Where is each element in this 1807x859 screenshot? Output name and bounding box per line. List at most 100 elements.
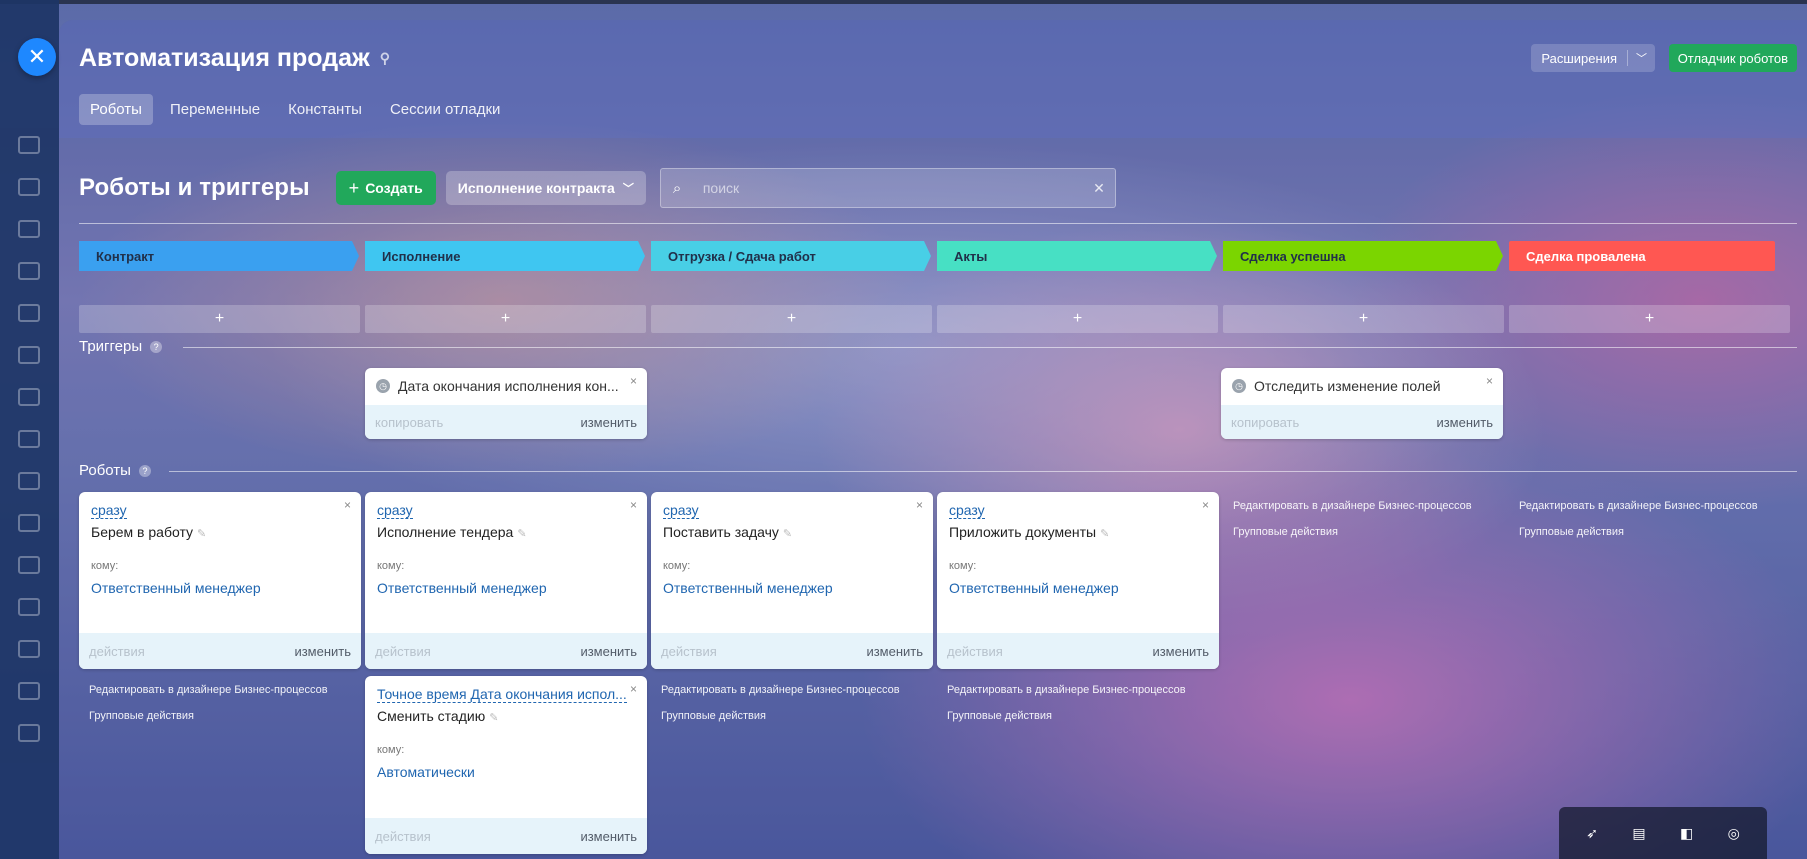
pencil-icon[interactable]: ✎ [517, 528, 526, 540]
sidebar-icon[interactable] [18, 388, 40, 406]
chat-icon[interactable]: ◎ [1728, 825, 1740, 842]
add-button[interactable]: + [365, 305, 646, 333]
sidebar-icon[interactable] [18, 220, 40, 238]
copy-link[interactable]: копировать [375, 415, 443, 430]
pencil-icon[interactable]: ✎ [197, 528, 206, 540]
copy-link[interactable]: копировать [1231, 415, 1299, 430]
pencil-icon[interactable]: ✎ [783, 528, 792, 540]
search-input[interactable] [700, 179, 1085, 197]
sidebar-icon[interactable] [18, 682, 40, 700]
help-icon[interactable]: ? [138, 464, 151, 477]
robot-delay[interactable]: сразу [949, 502, 985, 519]
edit-link[interactable]: изменить [866, 644, 923, 659]
robot-responsible[interactable]: Ответственный менеджер [949, 580, 1119, 596]
group-actions-link[interactable]: Групповые действия [1233, 526, 1472, 538]
clear-icon[interactable]: ✕ [1093, 180, 1105, 197]
add-button[interactable]: + [1509, 305, 1790, 333]
edit-link[interactable]: изменить [1152, 644, 1209, 659]
close-icon[interactable]: × [344, 498, 351, 512]
pencil-icon[interactable]: ✎ [1100, 528, 1109, 540]
extensions-button[interactable]: Расширения ﹀ [1531, 44, 1655, 72]
pencil-icon[interactable]: ✎ [489, 712, 498, 724]
bp-designer-link[interactable]: Редактировать в дизайнере Бизнес-процесс… [947, 684, 1186, 696]
sidebar-icon[interactable] [18, 472, 40, 490]
group-actions-link[interactable]: Групповые действия [89, 710, 328, 722]
add-button[interactable]: + [79, 305, 360, 333]
bp-designer-link[interactable]: Редактировать в дизайнере Бизнес-процесс… [89, 684, 328, 696]
edit-link[interactable]: изменить [1436, 415, 1493, 430]
column-links: Редактировать в дизайнере Бизнес-процесс… [89, 684, 328, 736]
robot-debugger-button[interactable]: Отладчик роботов [1668, 44, 1797, 72]
add-button[interactable]: + [651, 305, 932, 333]
tab-debug-sessions[interactable]: Сессии отладки [379, 94, 511, 125]
close-icon[interactable]: × [630, 374, 637, 388]
robot-delay[interactable]: сразу [91, 502, 127, 519]
sidebar-icon[interactable] [18, 556, 40, 574]
cursor-icon[interactable]: ➶ [1586, 825, 1598, 842]
trigger-card[interactable]: ◷ Отследить изменение полей × копировать и… [1221, 368, 1503, 439]
trigger-card[interactable]: ◷ Дата окончания исполнения кон... × копи… [365, 368, 647, 439]
close-icon[interactable]: × [630, 682, 637, 696]
close-icon[interactable]: × [630, 498, 637, 512]
edit-link[interactable]: изменить [294, 644, 351, 659]
group-actions-link[interactable]: Групповые действия [1519, 526, 1758, 538]
actions-link[interactable]: действия [89, 644, 145, 659]
sidebar-icon[interactable] [18, 598, 40, 616]
toolbar: Роботы и триггеры + Создать Исполнение к… [79, 168, 1579, 208]
close-icon[interactable]: × [916, 498, 923, 512]
robot-card[interactable]: × сразу Исполнение тендера ✎ кому: Ответс… [365, 492, 647, 669]
close-icon[interactable]: × [1202, 498, 1209, 512]
group-actions-link[interactable]: Групповые действия [661, 710, 900, 722]
sidebar-icon[interactable] [18, 640, 40, 658]
app-icon[interactable]: ◧ [1680, 825, 1693, 842]
actions-link[interactable]: действия [947, 644, 1003, 659]
clipboard-icon[interactable]: ▤ [1632, 825, 1645, 842]
add-button[interactable]: + [937, 305, 1218, 333]
actions-link[interactable]: действия [661, 644, 717, 659]
bp-designer-link[interactable]: Редактировать в дизайнере Бизнес-процесс… [1519, 500, 1758, 512]
robot-delay[interactable]: сразу [663, 502, 699, 519]
sidebar-icon[interactable] [18, 346, 40, 364]
sidebar-icon[interactable] [18, 262, 40, 280]
chevron-down-icon[interactable]: ﹀ [1627, 50, 1655, 66]
robot-responsible[interactable]: Ответственный менеджер [663, 580, 833, 596]
tab-robots[interactable]: Роботы [79, 94, 153, 125]
sidebar-icon[interactable] [18, 178, 40, 196]
robot-card[interactable]: × сразу Приложить документы ✎ кому: Ответ… [937, 492, 1219, 669]
sidebar-icon[interactable] [18, 514, 40, 532]
tab-constants[interactable]: Константы [277, 94, 373, 125]
actions-link[interactable]: действия [375, 829, 431, 844]
pin-icon[interactable]: ⚲ [380, 50, 390, 67]
bp-designer-link[interactable]: Редактировать в дизайнере Бизнес-процесс… [661, 684, 900, 696]
robot-responsible[interactable]: Ответственный менеджер [91, 580, 261, 596]
sidebar-icon[interactable] [18, 724, 40, 742]
sidebar-icon[interactable] [18, 430, 40, 448]
help-icon[interactable]: ? [150, 340, 163, 353]
robot-card[interactable]: × Точное время Дата окончания испол... С… [365, 676, 647, 854]
robot-name: Берем в работу [91, 524, 194, 540]
stage-header: Контракт [79, 241, 359, 271]
group-actions-link[interactable]: Групповые действия [947, 710, 1186, 722]
edit-link[interactable]: изменить [580, 829, 637, 844]
robot-delay[interactable]: Точное время Дата окончания испол... [377, 686, 627, 703]
actions-link[interactable]: действия [375, 644, 431, 659]
create-button[interactable]: + Создать [335, 171, 436, 205]
triggers-section-label: Триггеры ? [79, 338, 163, 355]
add-button[interactable]: + [1223, 305, 1504, 333]
sidebar-icon[interactable] [18, 136, 40, 154]
close-icon[interactable]: × [1486, 374, 1493, 388]
edit-link[interactable]: изменить [580, 644, 637, 659]
robot-card[interactable]: × сразу Берем в работу ✎ кому: Ответствен… [79, 492, 361, 669]
tab-variables[interactable]: Переменные [159, 94, 271, 125]
pipeline-selector[interactable]: Исполнение контракта ﹀ [445, 171, 646, 205]
robot-delay[interactable]: сразу [377, 502, 413, 519]
robot-responsible[interactable]: Автоматически [377, 764, 475, 780]
bp-designer-link[interactable]: Редактировать в дизайнере Бизнес-процесс… [1233, 500, 1472, 512]
section-heading: Роботы и триггеры [79, 174, 310, 201]
robot-responsible[interactable]: Ответственный менеджер [377, 580, 547, 596]
sidebar-icon[interactable] [18, 304, 40, 322]
close-slider-button[interactable]: ✕ [18, 38, 56, 76]
robot-card[interactable]: × сразу Поставить задачу ✎ кому: Ответств… [651, 492, 933, 669]
divider [183, 347, 1797, 348]
edit-link[interactable]: изменить [580, 415, 637, 430]
